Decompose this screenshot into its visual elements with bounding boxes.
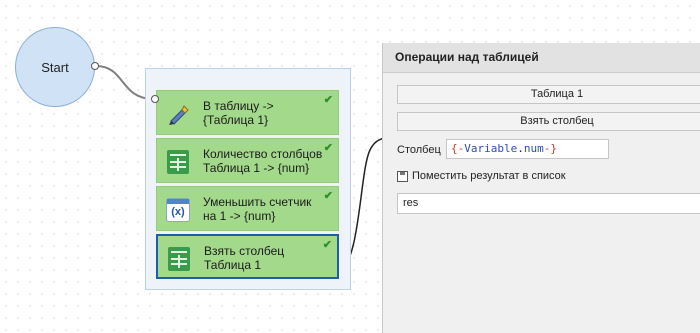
start-label: Start — [41, 59, 69, 75]
macro-open: {- — [451, 142, 465, 155]
action-label: В таблицу -> {Таблица 1} — [203, 99, 274, 127]
column-label: Столбец — [397, 144, 441, 156]
action-label: Взять столбец Таблица 1 — [204, 244, 285, 272]
action-column-count[interactable]: Количество столбцов Таблица 1 -> {num} ✔ — [156, 138, 339, 183]
action-label: Уменьшить счетчик на 1 -> {num} — [203, 195, 312, 223]
check-icon: ✔ — [323, 190, 333, 202]
macro-dot: . — [517, 142, 524, 155]
action-decrement-counter[interactable]: (x) Уменьшить счетчик на 1 -> {num} ✔ — [156, 186, 339, 231]
start-to-group-wire — [95, 65, 153, 100]
sheet-icon — [164, 148, 192, 176]
table-select-button[interactable]: Таблица 1 — [397, 85, 700, 104]
check-icon: ✔ — [322, 239, 332, 251]
action-take-column[interactable]: Взять столбец Таблица 1 ✔ — [156, 234, 339, 279]
check-icon: ✔ — [323, 142, 333, 154]
variable-icon: (x) — [164, 196, 192, 224]
save-to-list-label: Поместить результат в список — [412, 170, 566, 182]
check-icon: ✔ — [323, 94, 333, 106]
macro-close: -} — [543, 142, 557, 155]
column-input[interactable]: {-Variable.num-} — [446, 139, 609, 159]
action-to-table[interactable]: В таблицу -> {Таблица 1} ✔ — [156, 90, 339, 135]
action-label: Количество столбцов Таблица 1 -> {num} — [203, 147, 323, 175]
pen-icon — [164, 100, 192, 128]
start-output-port[interactable] — [91, 62, 99, 70]
macro-field: num — [523, 142, 544, 155]
operation-select-button[interactable]: Взять столбец — [397, 112, 700, 131]
start-node[interactable]: Start — [15, 27, 95, 107]
result-list-input[interactable]: res — [397, 193, 700, 214]
save-icon — [397, 170, 408, 182]
save-to-list-option[interactable]: Поместить результат в список — [397, 170, 566, 182]
panel-title: Операции над таблицей — [383, 43, 700, 73]
group-input-port[interactable] — [151, 95, 159, 103]
sheet-icon — [165, 245, 193, 273]
table-operations-panel: Операции над таблицей Таблица 1 Взять ст… — [382, 43, 700, 333]
action-group: В таблицу -> {Таблица 1} ✔ Количество ст… — [145, 68, 351, 290]
macro-name: Variable — [464, 142, 518, 155]
